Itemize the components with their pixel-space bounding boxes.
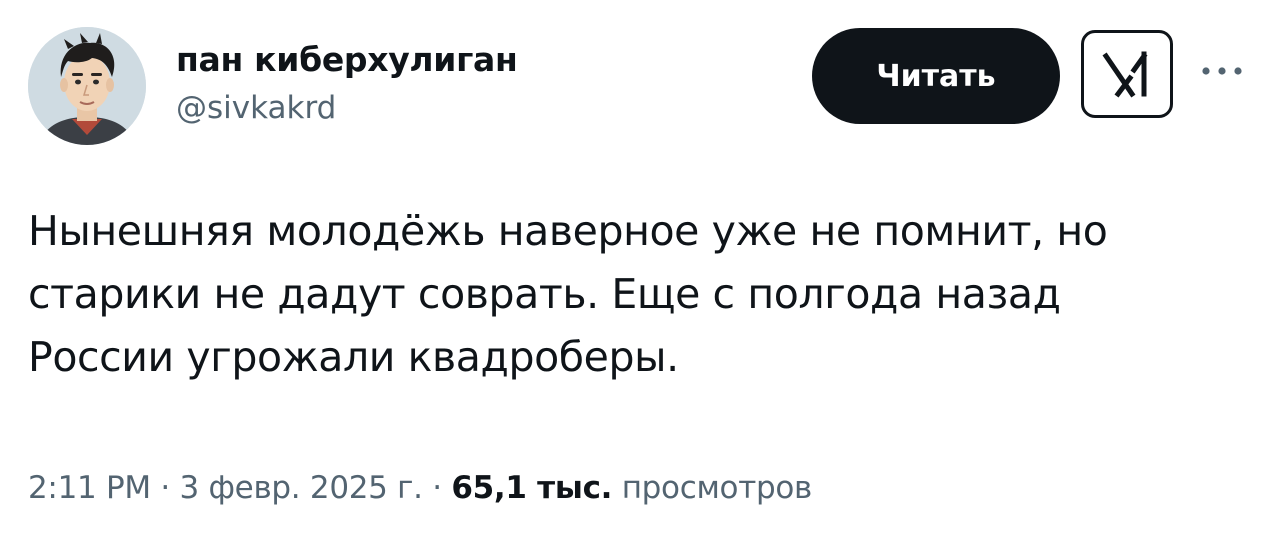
author-display-name[interactable]: пан киберхулиган (176, 40, 518, 80)
tweet-text-line: Нынешняя молодёжь наверное уже не помнит… (28, 207, 1108, 255)
follow-button[interactable]: Читать (812, 28, 1060, 124)
more-icon (1202, 67, 1242, 75)
tweet-date[interactable]: 3 февр. 2025 г. (180, 470, 424, 506)
tweet-text-line: старики не дадут соврать. Еще с полгода … (28, 270, 1061, 318)
avatar-portrait-icon (28, 27, 146, 145)
meta-separator: · (160, 470, 170, 506)
tweet-text: Нынешняя молодёжь наверное уже не помнит… (28, 200, 1258, 389)
tweet-text-line: России угрожали квадроберы. (28, 333, 679, 381)
tweet-meta: 2:11 PM · 3 февр. 2025 г. · 65,1 тыс. пр… (28, 468, 812, 508)
avatar[interactable] (28, 27, 146, 145)
views-label: просмотров (621, 470, 813, 506)
meta-separator: · (432, 470, 442, 506)
author-handle[interactable]: @sivkakrd (176, 88, 518, 128)
tweet-card: пан киберхулиган @sivkakrd Читать Нынешн… (0, 0, 1280, 537)
more-options-button[interactable] (1196, 56, 1248, 86)
views-count: 65,1 тыс. (451, 470, 613, 506)
grok-button[interactable] (1081, 30, 1173, 118)
tweet-time[interactable]: 2:11 PM (28, 470, 151, 506)
grok-icon (1102, 51, 1148, 98)
author-block: пан киберхулиган @sivkakrd (176, 40, 518, 128)
